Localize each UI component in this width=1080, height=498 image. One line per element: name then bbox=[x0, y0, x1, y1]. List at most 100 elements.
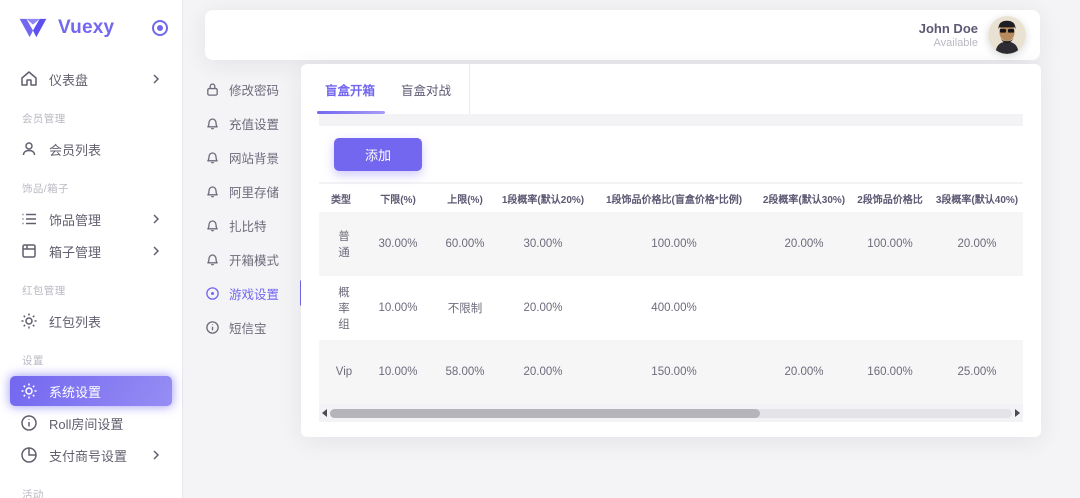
list-icon bbox=[20, 210, 38, 228]
sidebar-item-dashboard[interactable]: 仪表盘 bbox=[10, 64, 172, 94]
col-header-stage2-price-ratio: 2段饰品价格比 bbox=[849, 184, 931, 212]
cell-s1-ratio: 100.00% bbox=[589, 212, 759, 276]
cell-s2-prob: 20.00% bbox=[759, 340, 849, 404]
sidebar-nav: 仪表盘 会员管理 会员列表 饰品/箱子 饰品管理 bbox=[0, 56, 182, 498]
sidebar-item-roll-room-settings[interactable]: Roll房间设置 bbox=[10, 408, 172, 438]
cell-s3-prob: 25.00% bbox=[931, 340, 1023, 404]
chevron-right-icon bbox=[150, 449, 162, 461]
submenu-item-label: 充值设置 bbox=[229, 114, 279, 133]
sidebar-item-box-mgmt[interactable]: 箱子管理 bbox=[10, 236, 172, 266]
scrollbar-track[interactable] bbox=[330, 409, 1012, 418]
sidebar-section-items-boxes: 饰品/箱子 bbox=[0, 166, 182, 202]
bell-icon bbox=[205, 150, 220, 165]
horizontal-scrollbar bbox=[319, 404, 1023, 422]
cell-s1-ratio: 400.00% bbox=[589, 276, 759, 340]
app-root: Vuexy 仪表盘 会员管理 会员列表 饰品/箱子 bbox=[0, 0, 1080, 498]
sidebar-item-redpacket-list[interactable]: 红包列表 bbox=[10, 306, 172, 336]
user-icon bbox=[20, 140, 38, 158]
user-status: Available bbox=[919, 37, 978, 49]
settings-table: 类型 下限(%) 上限(%) 1段概率(默认20%) 1段饰品价格比(盲盒价格*… bbox=[319, 184, 1023, 404]
sidebar-section-activity: 活动 bbox=[0, 472, 182, 498]
submenu-item-label: 阿里存储 bbox=[229, 182, 279, 201]
sidebar-item-label: 系统设置 bbox=[49, 382, 162, 401]
cell-lower: 10.00% bbox=[363, 340, 433, 404]
table-row[interactable]: Vip 10.00% 58.00% 20.00% 150.00% 20.00% … bbox=[319, 340, 1023, 404]
cell-upper: 58.00% bbox=[433, 340, 497, 404]
scroll-left-icon[interactable] bbox=[322, 409, 327, 417]
brand-name: Vuexy bbox=[58, 17, 152, 39]
add-button[interactable]: 添加 bbox=[334, 138, 422, 171]
scroll-right-icon[interactable] bbox=[1015, 409, 1020, 417]
pie-chart-icon bbox=[20, 446, 38, 464]
cell-type: 普通 bbox=[319, 212, 363, 276]
cell-s1-prob: 20.00% bbox=[497, 340, 589, 404]
user-name: John Doe bbox=[919, 21, 978, 36]
tab-blindbox-open[interactable]: 盲盒开箱 bbox=[321, 64, 379, 114]
sidebar-item-payment-merchant-settings[interactable]: 支付商号设置 bbox=[10, 440, 172, 470]
sidebar-item-member-list[interactable]: 会员列表 bbox=[10, 134, 172, 164]
submenu-item-label: 网站背景 bbox=[229, 148, 279, 167]
sidebar-section-redpacket: 红包管理 bbox=[0, 268, 182, 304]
submenu-item-label: 修改密码 bbox=[229, 80, 279, 99]
col-header-upper-limit: 上限(%) bbox=[433, 184, 497, 212]
cell-upper: 60.00% bbox=[433, 212, 497, 276]
sidebar-item-label: 红包列表 bbox=[49, 312, 162, 331]
scrollbar-thumb[interactable] bbox=[330, 409, 760, 418]
user-meta: John Doe Available bbox=[919, 21, 978, 49]
sidebar-item-label: 仪表盘 bbox=[49, 70, 150, 89]
sidebar-item-label: 会员列表 bbox=[49, 140, 162, 159]
cell-s3-prob: 20.00% bbox=[931, 212, 1023, 276]
bell-icon bbox=[205, 184, 220, 199]
tab-label: 盲盒开箱 bbox=[325, 80, 375, 99]
sidebar-item-system-settings[interactable]: 系统设置 bbox=[10, 376, 172, 406]
box-icon bbox=[20, 242, 38, 260]
info-circle-icon bbox=[205, 320, 220, 335]
table-row[interactable]: 概率组 10.00% 不限制 20.00% 400.00% bbox=[319, 276, 1023, 340]
gear-icon bbox=[20, 382, 38, 400]
submenu-item-recharge-settings[interactable]: 充值设置 bbox=[205, 106, 287, 140]
submenu-item-ali-storage[interactable]: 阿里存储 bbox=[205, 174, 287, 208]
home-icon bbox=[20, 70, 38, 88]
bell-icon bbox=[205, 252, 220, 267]
gear-icon bbox=[20, 312, 38, 330]
submenu-item-sms-bao[interactable]: 短信宝 bbox=[205, 310, 287, 344]
sidebar-item-label: Roll房间设置 bbox=[49, 414, 162, 433]
cell-s2-ratio: 160.00% bbox=[849, 340, 931, 404]
submenu-item-unbox-mode[interactable]: 开箱模式 bbox=[205, 242, 287, 276]
col-header-stage2-prob: 2段概率(默认30%) bbox=[759, 184, 849, 212]
cell-s1-prob: 20.00% bbox=[497, 276, 589, 340]
submenu-item-change-password[interactable]: 修改密码 bbox=[205, 72, 287, 106]
table-toolbar: 添加 bbox=[319, 126, 1023, 182]
col-header-type: 类型 bbox=[319, 184, 363, 212]
sidebar-item-label: 箱子管理 bbox=[49, 242, 150, 261]
content-card: 盲盒开箱 盲盒对战 添加 bbox=[301, 64, 1041, 437]
cell-upper: 不限制 bbox=[433, 276, 497, 340]
submenu-item-site-background[interactable]: 网站背景 bbox=[205, 140, 287, 174]
cell-s1-prob: 30.00% bbox=[497, 212, 589, 276]
tab-blindbox-battle[interactable]: 盲盒对战 bbox=[397, 64, 455, 114]
tabs-row: 盲盒开箱 盲盒对战 bbox=[301, 64, 1041, 114]
col-header-stage3-prob: 3段概率(默认40%) bbox=[931, 184, 1023, 212]
cell-s2-prob bbox=[759, 276, 849, 340]
col-header-stage1-prob: 1段概率(默认20%) bbox=[497, 184, 589, 212]
col-header-stage1-price-ratio: 1段饰品价格比(盲盒价格*比例) bbox=[589, 184, 759, 212]
info-circle-icon bbox=[20, 414, 38, 432]
submenu-item-label: 短信宝 bbox=[229, 318, 267, 337]
sidebar-item-accessory-mgmt[interactable]: 饰品管理 bbox=[10, 204, 172, 234]
submenu-item-label: 游戏设置 bbox=[229, 284, 279, 303]
main-sidebar: Vuexy 仪表盘 会员管理 会员列表 饰品/箱子 bbox=[0, 0, 183, 498]
submenu-item-zhabite[interactable]: 扎比特 bbox=[205, 208, 287, 242]
submenu-item-label: 扎比特 bbox=[229, 216, 267, 235]
vuexy-logo bbox=[18, 17, 48, 39]
chevron-right-icon bbox=[150, 213, 162, 225]
cell-s2-ratio bbox=[849, 276, 931, 340]
cell-lower: 30.00% bbox=[363, 212, 433, 276]
lock-icon bbox=[205, 82, 220, 97]
table-row[interactable]: 普通 30.00% 60.00% 30.00% 100.00% 20.00% 1… bbox=[319, 212, 1023, 276]
submenu-item-game-settings[interactable]: 游戏设置 bbox=[205, 276, 287, 310]
sidebar-item-label: 支付商号设置 bbox=[49, 446, 150, 465]
user-avatar[interactable] bbox=[988, 16, 1026, 54]
radio-dot-icon[interactable] bbox=[152, 20, 168, 36]
sidebar-item-label: 饰品管理 bbox=[49, 210, 150, 229]
cell-type: 概率组 bbox=[319, 276, 363, 340]
